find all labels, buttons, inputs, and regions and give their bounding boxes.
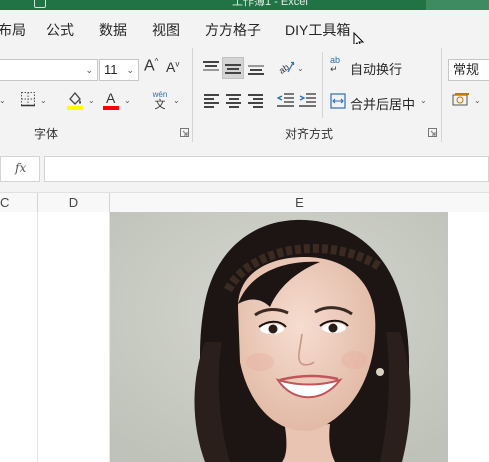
- font-size-box[interactable]: 11 ⌄: [99, 59, 139, 81]
- accounting-format-icon[interactable]: [452, 92, 470, 108]
- chevron-down-icon[interactable]: ⌄: [173, 96, 180, 105]
- chevron-down-icon: ⌄: [126, 65, 134, 75]
- alignment-dialog-launcher-icon[interactable]: [428, 128, 437, 137]
- column-header-d[interactable]: D: [38, 193, 110, 213]
- save-icon[interactable]: [34, 0, 46, 8]
- insert-function-button[interactable]: fx: [0, 156, 40, 182]
- chevron-down-icon: ⌄: [85, 65, 93, 75]
- ribbon: ⌄ 11 ⌄ A^ Av ⌄ ⌄ ⌄ A ⌄ wén 文 ⌄ 字体 ab ⌄ a…: [0, 44, 489, 147]
- window-title: 工作簿1 - Excel: [232, 0, 308, 8]
- wrap-text-label: 自动换行: [350, 62, 403, 77]
- chevron-down-icon[interactable]: ⌄: [0, 96, 6, 105]
- number-format-box[interactable]: 常规: [448, 59, 489, 81]
- align-bottom-icon[interactable]: [248, 60, 264, 75]
- phonetic-guide-icon[interactable]: wén 文: [150, 90, 170, 112]
- fill-color-icon[interactable]: [66, 90, 84, 110]
- phonetic-guide-bottom: 文: [154, 99, 166, 111]
- align-top-icon[interactable]: [203, 60, 219, 74]
- font-size-value: 11: [104, 62, 118, 77]
- decrease-font-size-icon[interactable]: Av: [166, 59, 179, 75]
- chevron-down-icon: ⌄: [420, 96, 427, 105]
- align-left-icon[interactable]: [204, 94, 219, 108]
- chevron-down-icon[interactable]: ⌄: [88, 96, 95, 105]
- chevron-down-icon[interactable]: ⌄: [40, 96, 47, 105]
- tab-formulas[interactable]: 公式: [46, 20, 74, 40]
- border-icon[interactable]: [20, 91, 36, 107]
- ribbon-tabs: 布局 公式 数据 视图 方方格子 DIY工具箱: [0, 10, 489, 50]
- orientation-icon[interactable]: ab: [277, 59, 295, 75]
- merge-center-label: 合并后居中: [350, 97, 416, 112]
- phonetic-guide-top: wén: [152, 90, 168, 99]
- align-middle-icon: [225, 62, 241, 76]
- increase-indent-icon[interactable]: [299, 93, 316, 108]
- chevron-down-icon[interactable]: ⌄: [297, 64, 304, 73]
- chevron-down-icon[interactable]: ⌄: [474, 96, 481, 105]
- column-headers: C D E: [0, 192, 489, 214]
- increase-font-size-icon[interactable]: A^: [144, 57, 158, 75]
- font-name-box[interactable]: ⌄: [0, 59, 98, 81]
- font-group-label: 字体: [34, 127, 59, 141]
- column-header-e[interactable]: E: [110, 193, 489, 213]
- align-right-icon[interactable]: [248, 94, 263, 108]
- font-dialog-launcher-icon[interactable]: [180, 128, 189, 137]
- decrease-indent-icon[interactable]: [277, 93, 294, 108]
- inserted-picture[interactable]: [110, 212, 448, 462]
- tab-fangfang-gezi[interactable]: 方方格子: [205, 20, 261, 40]
- chevron-down-icon[interactable]: ⌄: [124, 96, 131, 105]
- column-header-c[interactable]: C: [0, 193, 38, 213]
- group-separator: [322, 52, 323, 118]
- align-middle-button[interactable]: [222, 57, 244, 79]
- merge-cells-icon: [330, 93, 346, 109]
- title-bar: 工作簿1 - Excel: [0, 0, 489, 10]
- group-separator: [441, 48, 442, 142]
- svg-text:ab: ab: [277, 62, 291, 75]
- wrap-text-icon: ab ↵: [330, 55, 341, 74]
- portrait-photo-icon: [110, 212, 448, 462]
- fx-icon: fx: [15, 161, 27, 175]
- font-color-swatch: [103, 106, 119, 110]
- group-separator: [192, 48, 193, 142]
- number-format-value: 常规: [453, 62, 480, 77]
- svg-text:A: A: [106, 90, 116, 106]
- tab-diy-toolbox[interactable]: DIY工具箱: [285, 20, 350, 40]
- tab-page-layout[interactable]: 布局: [0, 20, 26, 40]
- fill-color-swatch: [67, 106, 83, 110]
- font-color-icon[interactable]: A: [102, 90, 120, 110]
- formula-input[interactable]: [44, 156, 489, 182]
- alignment-group-label: 对齐方式: [285, 127, 334, 141]
- tab-view[interactable]: 视图: [152, 20, 180, 40]
- tab-data[interactable]: 数据: [99, 20, 127, 40]
- column-gridline: [37, 212, 38, 462]
- formula-bar: fx: [0, 146, 489, 192]
- title-bar-account-area[interactable]: [426, 0, 489, 10]
- align-center-icon[interactable]: [226, 94, 241, 108]
